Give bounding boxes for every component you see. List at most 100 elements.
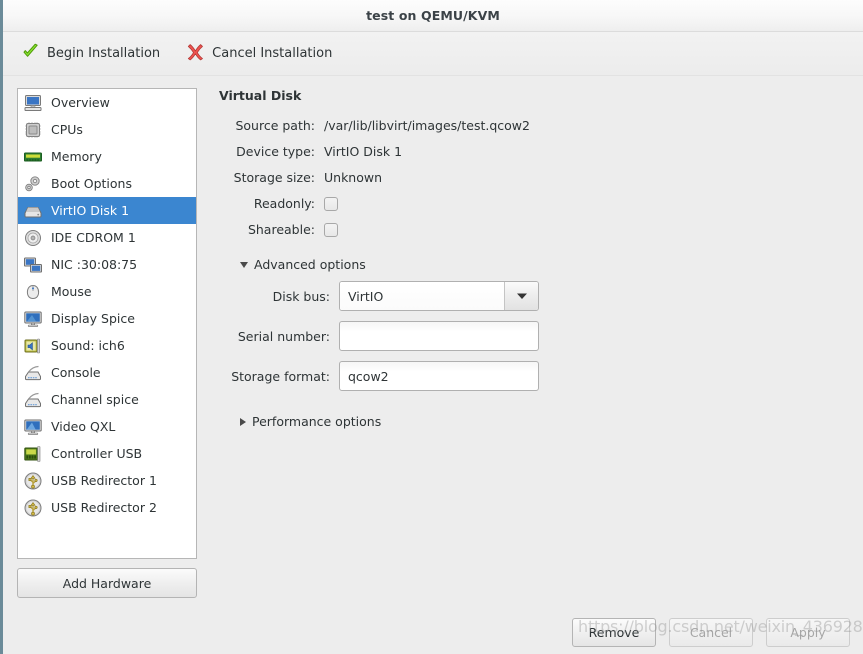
advanced-options-label: Advanced options <box>254 257 366 272</box>
storage-format-input[interactable] <box>339 361 539 391</box>
sidebar-item-controller-usb[interactable]: Controller USB <box>18 440 196 467</box>
detail-pane: Virtual Disk Source path: /var/lib/libvi… <box>211 88 849 598</box>
source-path-value: /var/lib/libvirt/images/test.qcow2 <box>324 118 530 133</box>
usb-icon <box>24 472 42 489</box>
begin-installation-label: Begin Installation <box>47 46 161 61</box>
console-device-icon <box>25 365 41 380</box>
action-bar: Remove Cancel Apply <box>3 610 863 654</box>
storage-size-label: Storage size: <box>233 170 315 185</box>
sidebar-item-label: Console <box>51 365 101 380</box>
sidebar-item-overview[interactable]: Overview <box>18 89 196 116</box>
sidebar-item-label: VirtIO Disk 1 <box>51 203 130 218</box>
sidebar-item-label: CPUs <box>51 122 83 137</box>
readonly-label: Readonly: <box>253 196 315 211</box>
cancel-installation-button[interactable]: Cancel Installation <box>182 39 336 68</box>
sidebar-item-label: USB Redirector 1 <box>51 473 157 488</box>
vm-details-window: test on QEMU/KVM Begin Installation Canc… <box>0 0 863 654</box>
serial-number-input[interactable] <box>339 321 539 351</box>
sidebar-item-console[interactable]: Console <box>18 359 196 386</box>
cancel-installation-label: Cancel Installation <box>212 46 333 61</box>
shareable-label: Shareable: <box>247 222 315 237</box>
sidebar-item-label: Mouse <box>51 284 92 299</box>
sidebar-item-ide-cdrom-1[interactable]: IDE CDROM 1 <box>18 224 196 251</box>
sidebar-item-boot-options[interactable]: Boot Options <box>18 170 196 197</box>
green-check-icon <box>21 42 40 65</box>
sidebar-item-label: NIC :30:08:75 <box>51 257 138 272</box>
disk-bus-combobox[interactable]: VirtIO <box>339 281 539 311</box>
harddisk-icon <box>24 206 42 217</box>
remove-button[interactable]: Remove <box>572 617 656 647</box>
mouse-icon <box>26 284 40 299</box>
window-title: test on QEMU/KVM <box>366 8 500 23</box>
controller-card-icon <box>24 445 41 462</box>
sidebar-item-memory[interactable]: Memory <box>18 143 196 170</box>
source-path-label: Source path: <box>235 118 315 133</box>
channel-device-icon <box>25 392 41 407</box>
shareable-checkbox[interactable] <box>324 222 338 237</box>
readonly-checkbox[interactable] <box>324 196 338 211</box>
computer-icon <box>24 94 42 111</box>
advanced-options-expander[interactable]: Advanced options <box>240 257 849 272</box>
main-content: Overview CPUs Memory Boot Options VirtIO Dis… <box>3 76 863 610</box>
sidebar-item-usb-redirector-1[interactable]: USB Redirector 1 <box>18 467 196 494</box>
sound-card-icon <box>24 338 40 353</box>
performance-options-label: Performance options <box>252 414 382 429</box>
sidebar-item-label: Channel spice <box>51 392 139 407</box>
sidebar-item-cpus[interactable]: CPUs <box>18 116 196 143</box>
disk-bus-value: VirtIO <box>340 282 504 310</box>
sidebar-item-label: Memory <box>51 149 102 164</box>
chevron-down-icon <box>240 261 248 268</box>
serial-number-label: Serial number: <box>237 328 330 344</box>
sidebar-item-label: Video QXL <box>51 419 116 434</box>
display-monitor-icon <box>24 311 42 327</box>
hardware-list[interactable]: Overview CPUs Memory Boot Options VirtIO Dis… <box>17 88 197 559</box>
sidebar-item-label: IDE CDROM 1 <box>51 230 136 245</box>
red-x-icon <box>186 42 205 65</box>
chevron-down-icon[interactable] <box>504 282 538 310</box>
video-monitor-icon <box>24 419 42 435</box>
cpu-chip-icon <box>25 122 41 137</box>
storage-size-value: Unknown <box>324 170 383 185</box>
chevron-right-icon <box>240 417 246 426</box>
detail-title: Virtual Disk <box>219 88 302 103</box>
sidebar-item-mouse[interactable]: Mouse <box>18 278 196 305</box>
sidebar-item-display-spice[interactable]: Display Spice <box>18 305 196 332</box>
network-card-icon <box>24 257 42 272</box>
usb-icon <box>24 499 42 516</box>
storage-format-label: Storage format: <box>231 368 330 384</box>
advanced-options-body: Disk bus: VirtIO Serial number: Storage … <box>219 281 849 401</box>
cdrom-disc-icon <box>25 229 41 246</box>
cancel-button[interactable]: Cancel <box>669 617 753 647</box>
disk-info-fields: Source path: /var/lib/libvirt/images/tes… <box>219 116 849 246</box>
sidebar-item-usb-redirector-2[interactable]: USB Redirector 2 <box>18 494 196 521</box>
field-row-storage-size: Storage size: Unknown <box>219 168 849 187</box>
sidebar-item-nic-30-08-75[interactable]: NIC :30:08:75 <box>18 251 196 278</box>
device-type-value: VirtIO Disk 1 <box>324 144 403 159</box>
row-disk-bus: Disk bus: VirtIO <box>219 281 849 311</box>
device-type-label: Device type: <box>236 144 315 159</box>
gears-icon <box>25 175 40 191</box>
memory-ram-icon <box>24 152 42 161</box>
hardware-sidebar: Overview CPUs Memory Boot Options VirtIO Dis… <box>17 88 197 598</box>
sidebar-item-channel-spice[interactable]: Channel spice <box>18 386 196 413</box>
disk-bus-label: Disk bus: <box>272 288 330 304</box>
row-storage-format: Storage format: <box>219 361 849 391</box>
sidebar-item-sound-ich6[interactable]: Sound: ich6 <box>18 332 196 359</box>
window-titlebar: test on QEMU/KVM <box>3 0 863 32</box>
field-row-source-path: Source path: /var/lib/libvirt/images/tes… <box>219 116 849 135</box>
row-serial-number: Serial number: <box>219 321 849 351</box>
begin-installation-button[interactable]: Begin Installation <box>17 39 164 68</box>
apply-button[interactable]: Apply <box>766 617 850 647</box>
field-row-readonly: Readonly: <box>219 194 849 213</box>
sidebar-item-label: Controller USB <box>51 446 143 461</box>
field-row-shareable: Shareable: <box>219 220 849 239</box>
add-hardware-button[interactable]: Add Hardware <box>17 568 197 598</box>
sidebar-item-label: Display Spice <box>51 311 135 326</box>
toolbar: Begin Installation Cancel Installation <box>3 32 863 76</box>
sidebar-item-label: USB Redirector 2 <box>51 500 157 515</box>
sidebar-item-label: Sound: ich6 <box>51 338 125 353</box>
sidebar-item-video-qxl[interactable]: Video QXL <box>18 413 196 440</box>
sidebar-item-label: Boot Options <box>51 176 132 191</box>
performance-options-expander[interactable]: Performance options <box>240 414 849 429</box>
sidebar-item-virtio-disk-1[interactable]: VirtIO Disk 1 <box>18 197 196 224</box>
